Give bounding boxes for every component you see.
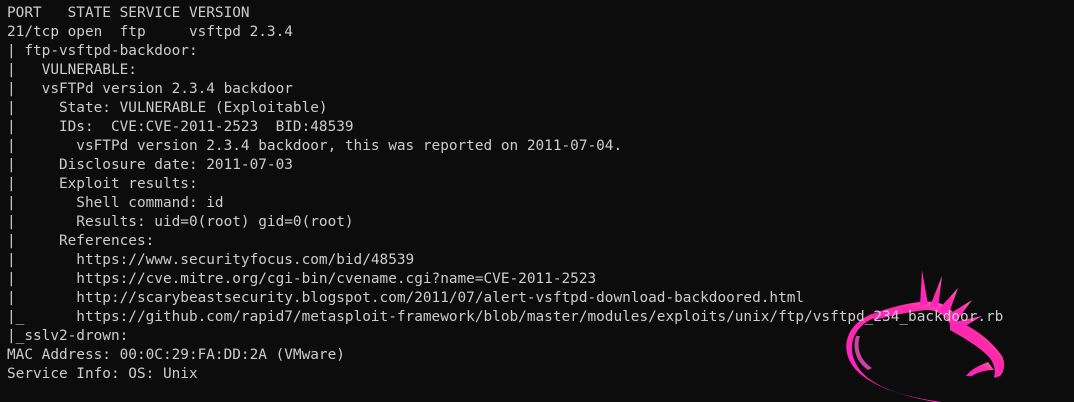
terminal-line: | State: VULNERABLE (Exploitable) [7,100,328,116]
terminal-line: | IDs: CVE:CVE-2011-2523 BID:48539 [7,119,354,135]
terminal-line: |_ https://github.com/rapid7/metasploit-… [7,309,1004,325]
terminal-line: PORT STATE SERVICE VERSION [7,5,250,21]
terminal-line: | Shell command: id [7,195,224,211]
terminal-line: | References: [7,233,155,249]
terminal-line: | Disclosure date: 2011-07-03 [7,157,293,173]
terminal-line: | VULNERABLE: [7,62,137,78]
terminal-line: | vsFTPd version 2.3.4 backdoor, this wa… [7,138,623,154]
terminal-line: | http://scarybeastsecurity.blogspot.com… [7,290,805,306]
terminal-line: | Exploit results: [7,176,198,192]
terminal-line: |_sslv2-drown: [7,328,129,344]
terminal-line: Service Info: OS: Unix [7,366,198,382]
terminal-line: | ftp-vsftpd-backdoor: [7,43,198,59]
terminal-line: 21/tcp open ftp vsftpd 2.3.4 [7,24,293,40]
terminal-output: PORT STATE SERVICE VERSION 21/tcp open f… [7,4,1003,384]
terminal-line: | https://www.securityfocus.com/bid/4853… [7,252,415,268]
terminal-line: | vsFTPd version 2.3.4 backdoor [7,81,293,97]
terminal-line: MAC Address: 00:0C:29:FA:DD:2A (VMware) [7,347,345,363]
terminal-line: | https://cve.mitre.org/cgi-bin/cvename.… [7,271,597,287]
terminal-line: | Results: uid=0(root) gid=0(root) [7,214,354,230]
terminal-window[interactable]: PORT STATE SERVICE VERSION 21/tcp open f… [0,0,1074,402]
